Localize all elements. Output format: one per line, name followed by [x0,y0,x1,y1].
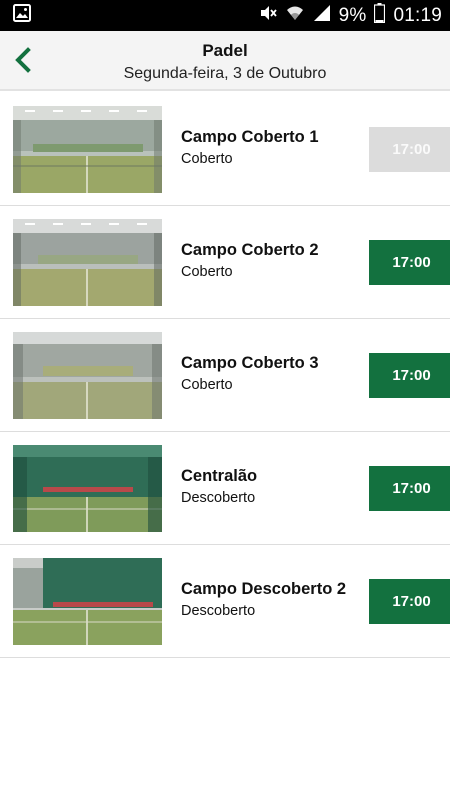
list-item[interactable]: Campo Coberto 3 Coberto 17:00 [0,319,450,432]
page-title: Padel [202,41,248,60]
court-name: Campo Coberto 2 [181,241,319,259]
court-photo [13,106,162,193]
time-slot-button[interactable]: 17:00 [369,466,450,511]
list-item[interactable]: Centralão Descoberto 17:00 [0,432,450,545]
time-slot-button[interactable]: 17:00 [369,240,450,285]
app-header: Padel Segunda-feira, 3 de Outubro [0,31,450,91]
battery-icon [374,2,386,29]
time-slot-button[interactable]: 17:00 [369,579,450,624]
court-photo [13,445,162,532]
court-name: Campo Coberto 1 [181,128,319,146]
court-type: Coberto [181,151,233,167]
court-photo [13,219,162,306]
gallery-notification-icon [12,3,32,28]
court-type: Coberto [181,377,233,393]
court-name: Centralão [181,467,258,485]
court-name: Campo Descoberto 2 [181,580,347,598]
courts-list: Campo Coberto 1 Coberto 17:00 Campo Cobe… [0,93,450,658]
time-slot-button[interactable]: 17:00 [369,353,450,398]
list-item[interactable]: Campo Coberto 2 Coberto 17:00 [0,206,450,319]
court-type: Descoberto [181,490,256,506]
battery-percent: 9% [338,4,367,26]
court-type: Coberto [181,264,233,280]
court-name: Campo Coberto 3 [181,354,319,372]
mute-icon [259,4,277,28]
signal-icon [313,4,331,28]
court-photo [13,558,162,645]
court-photo [13,332,162,419]
status-bar: 9% 01:19 [0,0,450,31]
list-item[interactable]: Campo Descoberto 2 Descoberto 17:00 [0,545,450,658]
wifi-icon [285,4,305,28]
list-item[interactable]: Campo Coberto 1 Coberto 17:00 [0,93,450,206]
time-slot-button[interactable]: 17:00 [369,127,450,172]
page-subtitle: Segunda-feira, 3 de Outubro [123,65,327,82]
court-type: Descoberto [181,603,256,619]
clock: 01:19 [393,4,442,26]
